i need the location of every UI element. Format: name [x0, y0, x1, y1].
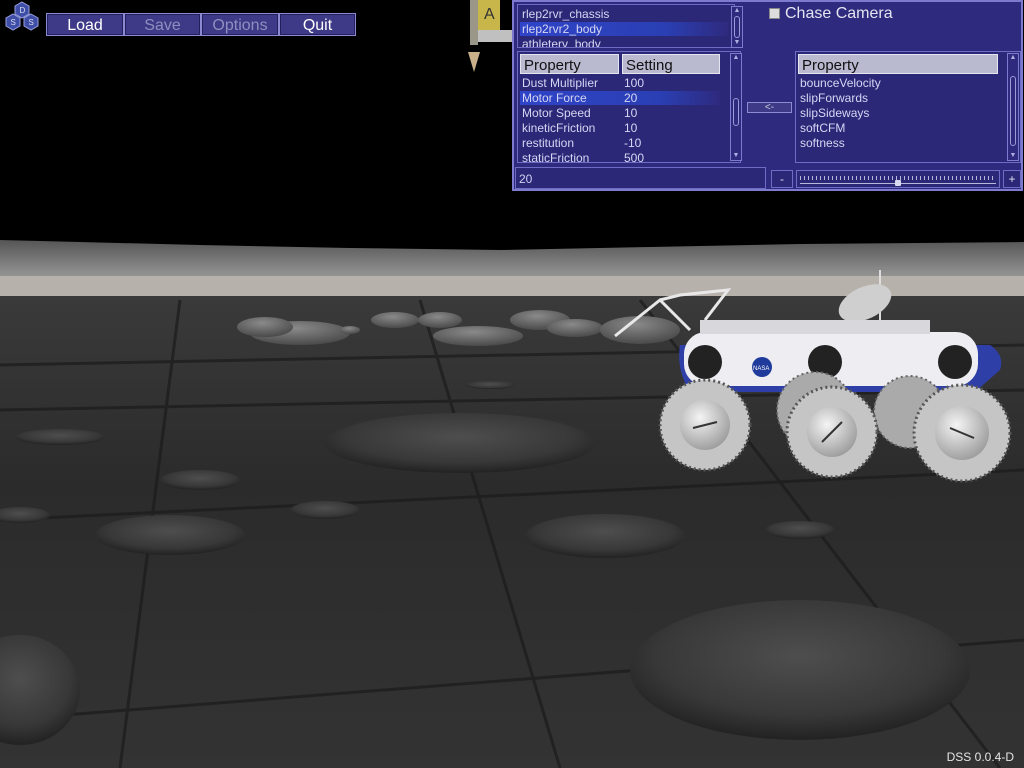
- move-property-button[interactable]: <-: [747, 102, 792, 113]
- available-property-item[interactable]: slipForwards: [800, 91, 868, 105]
- parameter-property[interactable]: restitution: [522, 136, 574, 150]
- slider-decrement-button[interactable]: -: [771, 170, 793, 188]
- parameter-property[interactable]: staticFriction: [522, 151, 589, 162]
- parameter-setting[interactable]: 100: [624, 76, 644, 90]
- scroll-up-icon: ▲: [1009, 54, 1017, 61]
- parameter-setting[interactable]: 10: [624, 106, 637, 120]
- available-property-list[interactable]: Property bounceVelocity slipForwards slipS…: [795, 51, 1021, 163]
- scroll-thumb: [734, 16, 740, 38]
- parameter-property[interactable]: Dust Multiplier: [522, 76, 598, 90]
- properties-panel: rlep2rvr_chassis rlep2rvr2_body athleter…: [512, 0, 1023, 191]
- column-header-property[interactable]: Property: [520, 54, 619, 74]
- parameter-setting[interactable]: 10: [624, 121, 637, 135]
- parameter-setting[interactable]: 20: [624, 91, 637, 105]
- column-header-available-property[interactable]: Property: [798, 54, 998, 74]
- svg-text:S: S: [11, 18, 16, 27]
- value-input[interactable]: 20: [515, 167, 766, 189]
- save-button[interactable]: Save: [124, 13, 201, 36]
- object-list-scrollbar[interactable]: ▲ ▼: [731, 6, 743, 48]
- parameter-table-scrollbar[interactable]: ▲ ▼: [730, 53, 742, 161]
- chase-camera-checkbox[interactable]: [769, 8, 780, 19]
- parameter-setting[interactable]: 500: [624, 151, 644, 162]
- object-item-selected[interactable]: rlep2rvr2_body: [520, 22, 728, 36]
- available-property-item[interactable]: bounceVelocity: [800, 76, 881, 90]
- load-button[interactable]: Load: [46, 13, 124, 36]
- value-slider[interactable]: [796, 170, 1000, 188]
- scroll-up-icon: ▲: [733, 7, 741, 14]
- scroll-down-icon: ▼: [732, 152, 740, 159]
- object-item[interactable]: rlep2rvr_chassis: [522, 7, 609, 21]
- version-label: DSS 0.0.4-D: [946, 750, 1014, 764]
- column-header-setting[interactable]: Setting: [622, 54, 720, 74]
- parameter-setting[interactable]: -10: [624, 136, 641, 150]
- options-button[interactable]: Options: [201, 13, 279, 36]
- parameter-property[interactable]: kineticFriction: [522, 121, 595, 135]
- dss-logo: D S S: [5, 1, 39, 31]
- parameter-property[interactable]: Motor Speed: [522, 106, 591, 120]
- rover-badge: NASA: [753, 366, 769, 372]
- available-list-scrollbar[interactable]: ▲ ▼: [1007, 53, 1019, 161]
- quit-button[interactable]: Quit: [279, 13, 356, 36]
- available-property-item[interactable]: softCFM: [800, 121, 845, 135]
- svg-text:D: D: [20, 6, 26, 15]
- scroll-thumb: [733, 98, 739, 126]
- scroll-up-icon: ▲: [732, 54, 740, 61]
- parameter-table[interactable]: Property Setting Dust Multiplier 100 Moto…: [517, 51, 741, 163]
- slider-thumb[interactable]: [895, 180, 901, 186]
- available-property-item[interactable]: slipSideways: [800, 106, 869, 120]
- slider-increment-button[interactable]: +: [1003, 170, 1021, 188]
- scroll-down-icon: ▼: [1009, 152, 1017, 159]
- svg-text:S: S: [29, 18, 34, 27]
- scroll-thumb: [1010, 76, 1016, 146]
- lander-label: A: [484, 6, 495, 23]
- object-list[interactable]: rlep2rvr_chassis rlep2rvr2_body athleter…: [517, 4, 735, 48]
- object-item[interactable]: athleterv_body: [522, 37, 601, 47]
- chase-camera-label: Chase Camera: [785, 5, 893, 22]
- available-property-item[interactable]: softness: [800, 136, 845, 150]
- scroll-down-icon: ▼: [733, 39, 741, 46]
- parameter-property[interactable]: Motor Force: [522, 91, 587, 105]
